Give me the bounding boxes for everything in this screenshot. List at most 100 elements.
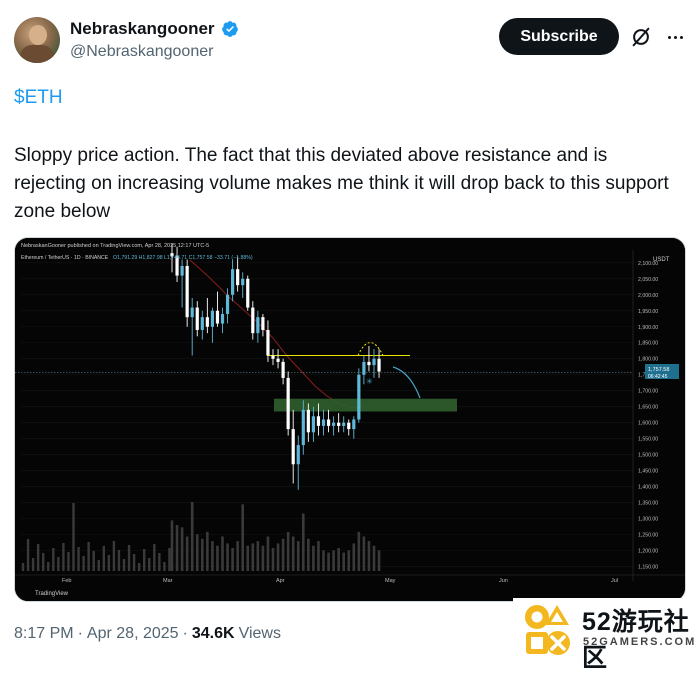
candle-body [205,317,209,327]
volume-bar [26,539,30,571]
volume-bar [266,536,270,571]
y-tick-label: 1,550.00 [638,437,658,443]
candle-body [291,429,295,465]
y-tick-label: 1,450.00 [638,469,658,475]
volume-bar [226,543,229,571]
candle-body [225,294,230,314]
chart-ohlc: O1,791.29 H1,827.98 L1,744.71 C1,757.58 … [113,255,253,261]
candle-body [362,361,366,375]
volume-bar [246,545,250,571]
volume-bar [296,541,300,571]
volume-bar [122,559,126,571]
author-avatar[interactable] [14,17,60,63]
grok-icon[interactable] [630,26,652,48]
volume-bar [261,545,265,571]
y-tick-label: 1,200.00 [638,549,658,555]
candle-body [296,445,300,465]
y-tick-label: 1,900.00 [638,325,658,331]
y-tick-label: 2,000.00 [638,293,658,299]
candle-body [266,329,270,356]
candle-body [236,269,240,286]
candle-body [337,422,341,426]
x-tick-label: Apr [276,578,285,584]
volume-bar [153,544,156,571]
candle-body [306,409,310,433]
y-tick-label: 1,250.00 [638,533,658,539]
x-tick-label: Mar [163,578,173,584]
volume-bar [281,538,285,571]
volume-bar [216,545,219,571]
volume-bar [190,502,194,571]
watermark-logo-icon [525,605,570,655]
volume-bar [302,513,305,571]
candle-body [342,422,346,426]
volume-bar [221,536,224,571]
volume-bar [327,552,330,571]
y-tick-label: 1,300.00 [638,517,658,523]
y-tick-label: 1,350.00 [638,501,658,507]
volume-bar [286,531,290,571]
y-tick-label: 1,150.00 [638,565,658,571]
candle-body [185,265,189,318]
tweet-date[interactable]: Apr 28, 2025 [87,625,179,643]
author-handle[interactable]: @Nebraskangooner [70,43,213,61]
volume-bar [332,550,335,571]
more-options-icon[interactable] [664,26,686,48]
last-price-label: 1,757.58 [648,367,669,373]
chart-image[interactable]: ✳ 2,100.00 2,050.00 2,000.00 1,950.00 1,900.… [14,237,686,602]
views-count[interactable]: 34.6K [192,625,235,643]
support-zone [274,398,457,412]
volume-bar [36,544,40,571]
volume-bar [175,525,179,571]
candle-body [271,355,275,359]
candle-body [251,307,255,334]
volume-bar [127,545,131,571]
countdown-label: 06:42:45 [648,374,668,380]
candle-body [326,419,331,426]
volume-bar [251,543,255,571]
subscribe-button[interactable]: Subscribe [499,18,619,55]
x-tick-label: Jul [611,578,618,584]
volume-bar [143,549,146,571]
candle-body [190,307,194,318]
volume-bar [256,541,260,571]
volume-bar [241,504,244,571]
volume-bar [180,527,184,571]
chart-published-line: NebraskanGooner published on TradingView… [21,243,209,249]
volume-bar [307,538,310,571]
candle-body [220,313,225,324]
candle-body [367,361,371,366]
candle-body [372,358,376,366]
tweet-text: Sloppy price action. The fact that this … [14,145,669,222]
candle-body [195,307,199,330]
volume-bar [236,541,239,571]
chart-symbol: Ethereum / TetherUS · 1D · BINANCE [21,255,109,261]
volume-bar [132,554,136,571]
candle-body [286,377,290,430]
volume-bar [276,543,280,571]
y-tick-label: 1,600.00 [638,421,658,427]
volume-bar [87,542,90,571]
verified-badge-icon [221,21,238,37]
candle-body [261,317,265,330]
volume-bar [322,550,325,571]
volume-bar [117,550,121,571]
x-tick-label: May [385,578,396,584]
tweet-time[interactable]: 8:17 PM [14,625,74,643]
chart-currency: USDT [653,257,670,263]
volume-bar [170,520,174,571]
volume-bar [317,541,320,571]
volume-bar [206,531,209,571]
volume-bar [357,531,361,571]
volume-bar [291,536,295,571]
cashtag-link[interactable]: $ETH [14,87,63,109]
volume-bar [57,557,60,571]
price-chart: ✳ 2,100.002,050.002,000.001,950.001,900.… [15,238,685,601]
y-tick-label: 1,850.00 [638,341,658,347]
volume-bar [372,545,376,571]
candle-body [276,358,280,362]
volume-bar [347,550,351,571]
volume-bar [211,541,214,571]
author-name[interactable]: Nebraskangooner [70,19,215,39]
volume-bar [21,563,25,571]
